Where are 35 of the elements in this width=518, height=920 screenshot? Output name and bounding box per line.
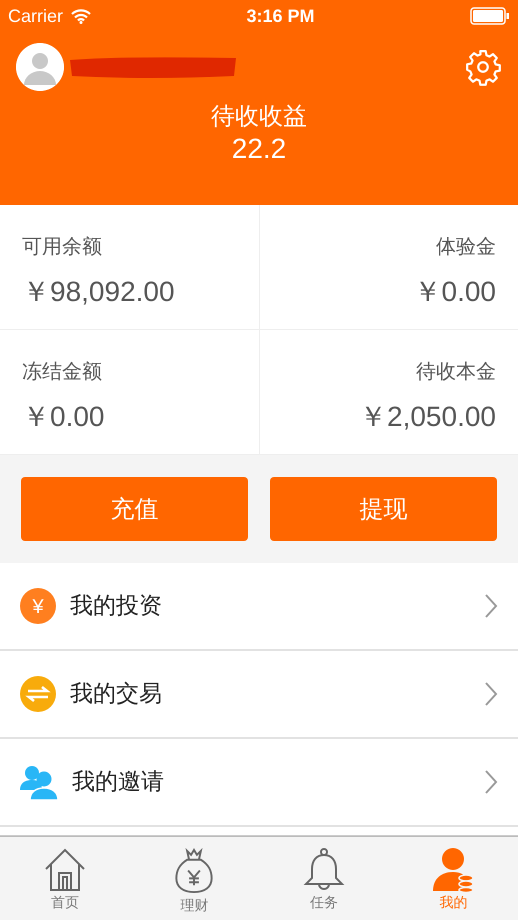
balance-value: ￥2,050.00 <box>359 400 496 434</box>
money-bag-icon <box>174 847 214 896</box>
status-time: 3:16 PM <box>246 4 315 28</box>
earnings-label: 待收收益 <box>211 102 307 131</box>
balance-value: ￥0.00 <box>22 400 104 434</box>
chevron-icon <box>484 593 498 619</box>
tab-item[interactable]: 理财 <box>130 837 259 918</box>
menu-item[interactable]: 我的交易 <box>0 651 518 739</box>
balance-label: 待收本金 <box>416 358 496 385</box>
avatar-icon[interactable] <box>16 43 64 91</box>
menu-item[interactable]: ¥ 我的投资 <box>0 563 518 651</box>
tab-item[interactable]: 任务 <box>259 837 388 918</box>
carrier-label: Carrier <box>8 4 64 28</box>
battery-icon <box>470 7 510 25</box>
balance-label: 可用余额 <box>22 233 102 260</box>
balance-value: ￥0.00 <box>414 275 496 309</box>
earnings-value: 22.2 <box>232 132 286 166</box>
home-icon <box>42 847 87 893</box>
bell-icon <box>302 847 345 893</box>
user-icon <box>431 847 476 893</box>
settings-icon[interactable] <box>464 48 502 86</box>
people-icon <box>20 764 58 800</box>
menu-item[interactable]: 我的邀请 <box>0 739 518 827</box>
wifi-icon <box>71 8 92 24</box>
chevron-icon <box>484 681 498 707</box>
chevron-icon <box>484 769 498 795</box>
recharge-button[interactable]: 充值 <box>21 477 248 541</box>
balance-label: 冻结金额 <box>22 358 102 385</box>
exchange-icon <box>20 676 56 712</box>
tab-item[interactable]: 我的 <box>388 837 518 918</box>
yen-icon: ¥ <box>20 588 56 624</box>
balance-value: ￥98,092.00 <box>22 275 175 309</box>
tab-item[interactable]: 首页 <box>0 837 130 918</box>
withdraw-button[interactable]: 提现 <box>270 477 497 541</box>
balance-label: 体验金 <box>436 233 496 260</box>
